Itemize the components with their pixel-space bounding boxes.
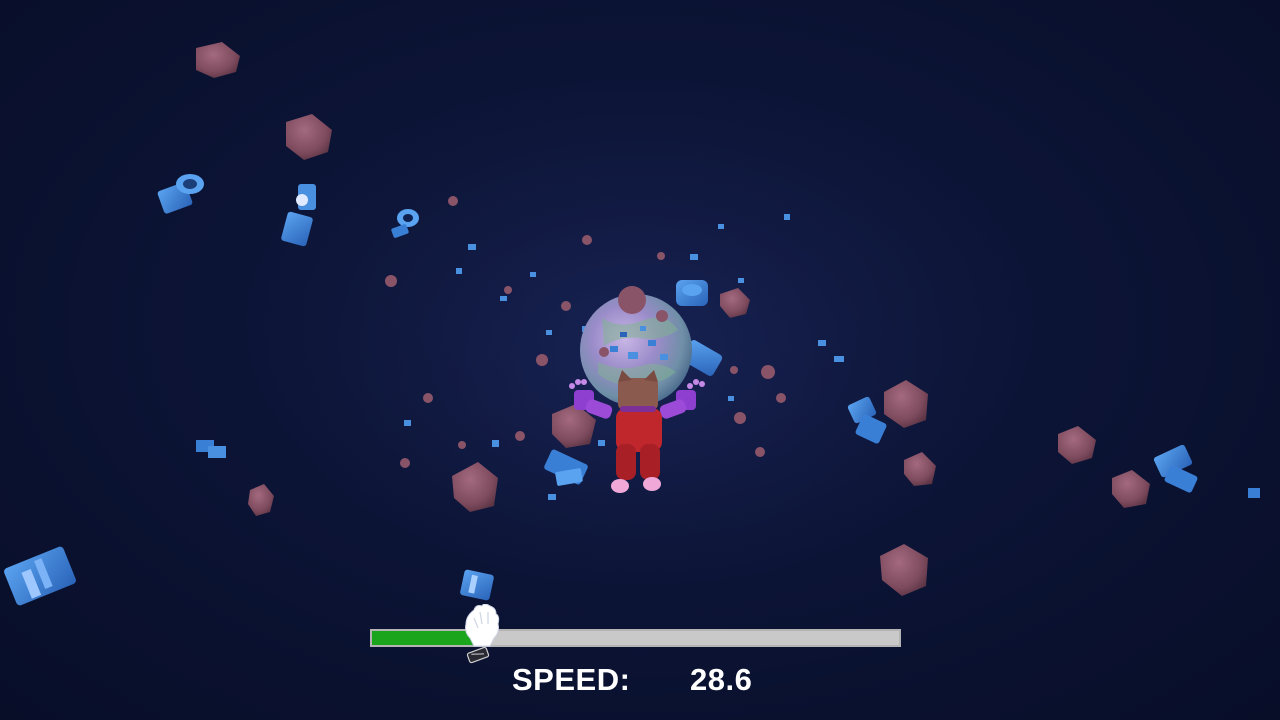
space-toilet bbox=[676, 280, 708, 306]
space-toilet bbox=[196, 440, 226, 458]
asteroid bbox=[1058, 426, 1096, 464]
asteroid bbox=[286, 114, 332, 160]
space-toilet bbox=[1153, 444, 1198, 493]
space-toilet bbox=[4, 546, 76, 606]
space-scene bbox=[4, 42, 1260, 660]
space-toilet bbox=[157, 174, 204, 214]
game-viewport[interactable]: SPEED: 28.6 bbox=[0, 0, 1280, 720]
asteroid bbox=[1112, 470, 1150, 508]
asteroid bbox=[196, 42, 240, 78]
